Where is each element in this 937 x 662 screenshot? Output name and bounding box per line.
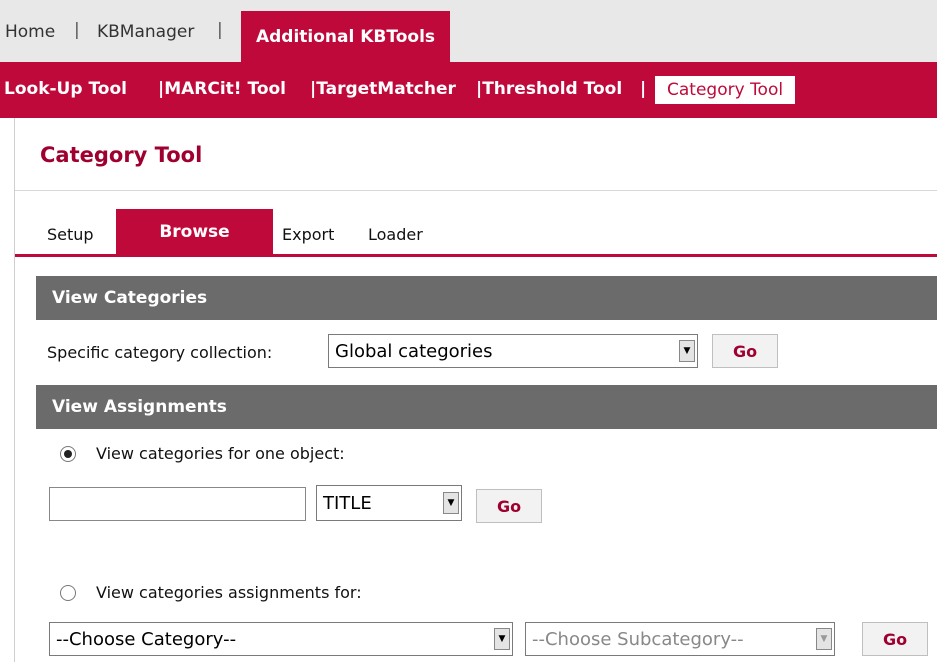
dropdown-arrow-icon[interactable]: ▼ [494,628,510,650]
subnav-targetmatcher[interactable]: |TargetMatcher [310,79,456,99]
collection-label: Specific category collection: [47,343,273,362]
subcategory-select-value: --Choose Subcategory-- [532,628,744,650]
collection-go-button[interactable]: Go [712,334,778,368]
radio-one-object-label: View categories for one object: [96,444,345,463]
divider [15,190,937,191]
nav-separator: | [74,20,80,40]
nav-separator: | [217,20,223,40]
field-select[interactable]: TITLE ▼ [316,485,462,521]
category-select[interactable]: --Choose Category-- ▼ [49,622,513,656]
radio-assignments-for[interactable] [60,585,76,601]
tab-export[interactable]: Export [282,225,334,244]
tab-underline [15,254,937,257]
subnav-category-tool[interactable]: Category Tool [655,76,796,104]
dropdown-arrow-icon[interactable]: ▼ [443,492,459,514]
subnav-marcit-tool[interactable]: |MARCit! Tool [158,79,286,99]
nav-home-link[interactable]: Home [5,22,55,42]
subnav-separator: | [640,79,647,99]
nav-kbmanager-link[interactable]: KBManager [97,22,194,42]
category-select-value: --Choose Category-- [56,628,237,650]
radio-one-object[interactable] [60,446,76,462]
tab-setup[interactable]: Setup [47,225,94,244]
top-nav: Home | KBManager | Additional KBTools [0,0,937,62]
radio-assignments-for-label: View categories assignments for: [96,583,362,602]
sub-nav: Look-Up Tool |MARCit! Tool |TargetMatche… [0,62,937,118]
object-input[interactable] [49,487,306,521]
dropdown-arrow-icon[interactable]: ▼ [679,340,695,362]
assignments-go-button[interactable]: Go [862,622,928,656]
nav-additional-kbtools-tab[interactable]: Additional KBTools [241,11,450,62]
collection-select-value: Global categories [335,340,493,362]
section-view-assignments: View Assignments [36,385,937,429]
tab-browse[interactable]: Browse [116,209,273,255]
page-title: Category Tool [40,143,203,167]
object-go-button[interactable]: Go [476,489,542,523]
field-select-value: TITLE [323,492,372,514]
subnav-threshold-tool[interactable]: |Threshold Tool [476,79,622,99]
subnav-lookup-tool[interactable]: Look-Up Tool [4,79,127,99]
section-view-categories: View Categories [36,276,937,320]
collection-select[interactable]: Global categories ▼ [328,334,698,368]
dropdown-arrow-icon[interactable]: ▼ [816,628,832,650]
tab-loader[interactable]: Loader [368,225,423,244]
subcategory-select[interactable]: --Choose Subcategory-- ▼ [525,622,835,656]
